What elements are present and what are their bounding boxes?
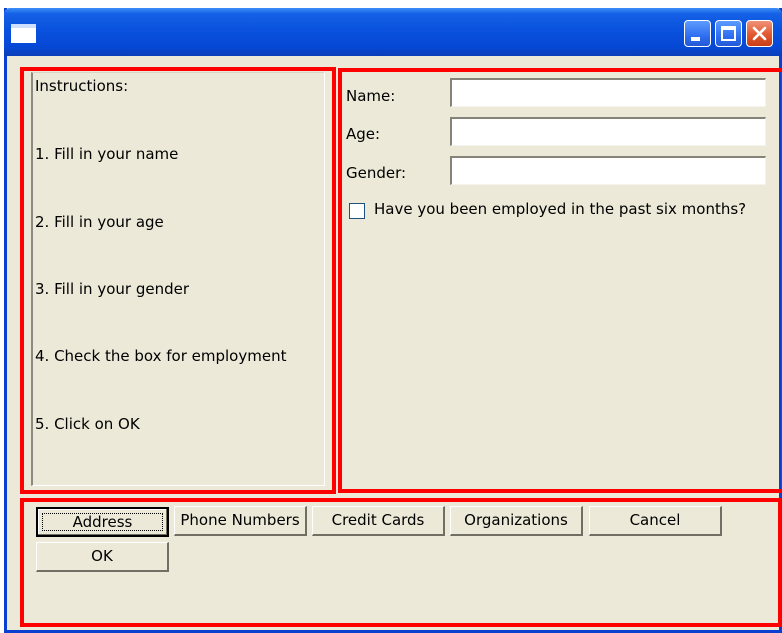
annotation-outline-instructions bbox=[20, 67, 336, 494]
title-bar[interactable] bbox=[4, 8, 782, 56]
annotation-outline-buttons bbox=[20, 498, 782, 627]
maximize-icon bbox=[721, 26, 736, 41]
application-window: Instructions: 1. Fill in your name 2. Fi… bbox=[4, 8, 782, 633]
annotation-outline-form bbox=[338, 68, 782, 493]
minimize-icon bbox=[691, 37, 700, 41]
window-icon bbox=[11, 24, 36, 43]
close-button[interactable] bbox=[746, 20, 773, 47]
maximize-button[interactable] bbox=[715, 20, 742, 47]
close-icon bbox=[752, 26, 767, 41]
minimize-button[interactable] bbox=[684, 20, 711, 47]
